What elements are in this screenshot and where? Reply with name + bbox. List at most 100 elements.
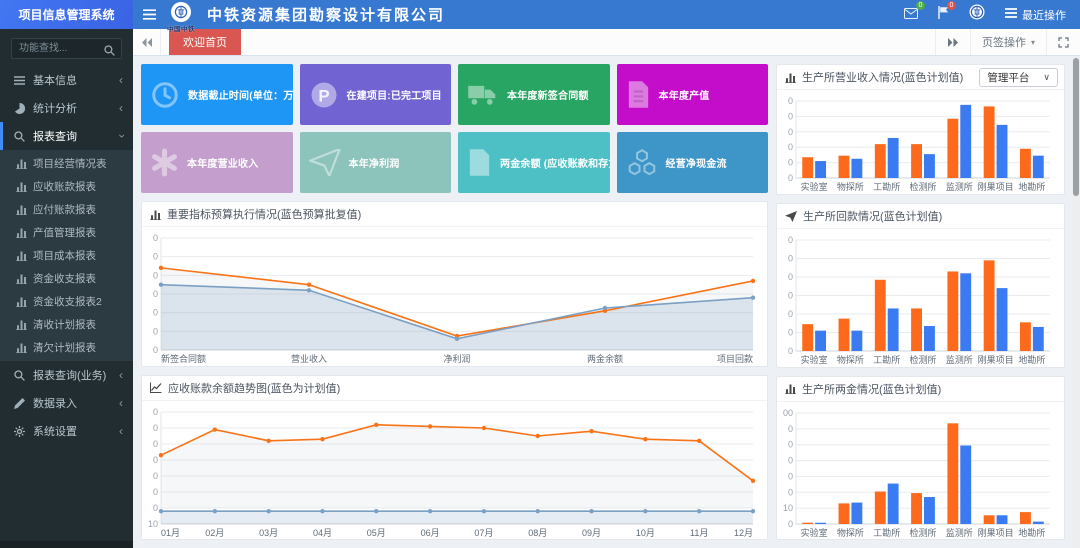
metric-cards: 数据截止时间(单位：万元)P在建项目:已完工项目本年度新签合同额 本年度产值本年度…: [141, 64, 768, 193]
sidebar-item-report-query[interactable]: 报表查询‹: [0, 122, 133, 150]
svg-text:实验室: 实验室: [801, 527, 828, 538]
logo-text: 中国中铁: [167, 23, 195, 33]
tabs-scroll-right-button[interactable]: [935, 29, 970, 55]
svg-text:06月: 06月: [421, 528, 440, 538]
chevron-icon: ‹: [119, 102, 123, 114]
bar-chart-icon: [16, 158, 27, 169]
recent-actions-button[interactable]: 最近操作: [1005, 7, 1066, 23]
card-two-funds[interactable]: 两金余额 (应收账款和存货): [458, 132, 610, 193]
paper-plane-icon: [785, 211, 797, 222]
scrollbar-thumb[interactable]: [1073, 58, 1079, 196]
app-window: 项目信息管理系统 基本信息‹统计分析‹报表查询‹项目经营情况表应收账款报表应付账…: [0, 0, 1080, 548]
platform-select[interactable]: 管理平台 ∨: [979, 68, 1058, 87]
sidebar-item-stats-analysis[interactable]: 统计分析‹: [0, 94, 133, 122]
bar-chart-icon: [16, 296, 27, 307]
sidebar: 项目信息管理系统 基本信息‹统计分析‹报表查询‹项目经营情况表应收账款报表应付账…: [0, 0, 133, 548]
card-projects[interactable]: P在建项目:已完工项目: [300, 64, 452, 125]
card-net-cash-flow[interactable]: 经营净现金流: [617, 132, 769, 193]
svg-text:检测所: 检测所: [909, 527, 936, 538]
sidebar-subitem-collection-plan-report[interactable]: 清收计划报表: [0, 313, 133, 336]
card-label: 本年度产值: [659, 87, 710, 102]
sidebar-subitem-fund-inout-report[interactable]: 资金收支报表: [0, 267, 133, 290]
panel-budget: 重要指标预算执行情况(蓝色预算批复值) 0000000新签合同额营业收入净利润两…: [141, 201, 768, 367]
chevron-icon: ‹: [119, 369, 123, 381]
tab-controls: 页签操作 ▾: [935, 29, 1080, 55]
svg-text:0: 0: [788, 235, 793, 245]
sidebar-subitem-fund-inout-report-2[interactable]: 资金收支报表2: [0, 290, 133, 313]
svg-text:0: 0: [788, 439, 793, 449]
sidebar-subitem-project-cost-report[interactable]: 项目成本报表: [0, 244, 133, 267]
svg-text:实验室: 实验室: [801, 354, 828, 365]
panel-huikuan: 生产所回款情况(蓝色计划值) 0000000实验室物探所工勘所检测所监测所刚果项…: [776, 203, 1065, 368]
notice-button[interactable]: 0: [938, 6, 949, 24]
card-net-profit[interactable]: 本年净利润: [300, 132, 452, 193]
svg-text:0: 0: [788, 471, 793, 481]
svg-text:0: 0: [153, 289, 158, 299]
scrollbar[interactable]: [1072, 56, 1080, 548]
bar-chart-icon: [16, 204, 27, 215]
svg-text:02月: 02月: [205, 528, 224, 538]
chevron-icon: ‹: [119, 397, 123, 409]
panel-title: 生产所营业收入情况(蓝色计划值): [802, 69, 963, 85]
panel-liangjin: 生产所两金情况(蓝色计划值) 0100000000实验室物探所工勘所检测所监测所…: [776, 376, 1065, 541]
panel-receivable: 应收账款余额趋势图(蓝色为计划值) 10000000001月02月03月04月0…: [141, 375, 768, 541]
svg-text:两金余额: 两金余额: [587, 353, 623, 364]
mail-badge: 0: [916, 1, 925, 10]
svg-text:0: 0: [788, 158, 793, 168]
card-data-deadline[interactable]: 数据截止时间(单位：万元): [141, 64, 293, 125]
chevron-down-icon: ▾: [1031, 38, 1035, 47]
bar-chart-icon: [16, 227, 27, 238]
search-icon[interactable]: [104, 43, 115, 61]
svg-text:0: 0: [788, 111, 793, 121]
svg-text:0: 0: [788, 328, 793, 338]
clock-icon: [150, 80, 180, 110]
svg-text:物探所: 物探所: [837, 181, 864, 192]
svg-text:05月: 05月: [367, 528, 386, 538]
sidebar-subitem-arrears-plan-report[interactable]: 清欠计划报表: [0, 336, 133, 359]
tabs-scroll-left-button[interactable]: [133, 29, 161, 55]
card-annual-revenue[interactable]: 本年度营业收入: [141, 132, 293, 193]
mail-button[interactable]: 0: [904, 6, 918, 24]
search-icon: [13, 370, 25, 381]
search-icon: [13, 131, 25, 142]
svg-text:项目回款: 项目回款: [717, 353, 753, 364]
svg-text:10月: 10月: [636, 528, 655, 538]
svg-text:监测所: 监测所: [946, 354, 973, 365]
emblem-button[interactable]: [969, 4, 985, 25]
svg-text:0: 0: [153, 423, 158, 433]
tab-operations-dropdown[interactable]: 页签操作 ▾: [970, 29, 1046, 55]
svg-text:刚果项目: 刚果项目: [978, 528, 1014, 538]
card-output-value[interactable]: 本年度产值: [617, 64, 769, 125]
svg-text:09月: 09月: [582, 528, 601, 538]
svg-text:0: 0: [788, 455, 793, 465]
card-new-contracts[interactable]: 本年度新签合同额: [458, 64, 610, 125]
notice-badge: 0: [947, 1, 956, 10]
bar-chart-icon: [16, 273, 27, 284]
svg-text:0: 0: [153, 252, 158, 262]
topbar: 中国中铁 中铁资源集团勘察设计有限公司 0 0 最近操作: [133, 0, 1080, 29]
sidebar-item-system-settings[interactable]: 系统设置‹: [0, 417, 133, 445]
sidebar-subitem-project-operation-report[interactable]: 项目经营情况表: [0, 152, 133, 175]
svg-text:0: 0: [788, 142, 793, 152]
panel-income: 生产所营业收入情况(蓝色计划值) 管理平台 ∨ 000000实验室物探所工勘所检…: [776, 64, 1065, 195]
hamburger-icon[interactable]: [133, 0, 165, 29]
sidebar-subitem-output-mgmt-report[interactable]: 产值管理报表: [0, 221, 133, 244]
expand-button[interactable]: [1046, 29, 1080, 55]
sidebar-subitem-payable-report[interactable]: 应付账款报表: [0, 198, 133, 221]
svg-text:00: 00: [783, 408, 793, 418]
sidebar-item-basic-info[interactable]: 基本信息‹: [0, 66, 133, 94]
sidebar-item-report-query-business[interactable]: 报表查询(业务)‹: [0, 361, 133, 389]
file-text-icon: [626, 80, 651, 109]
sidebar-item-data-entry[interactable]: 数据录入‹: [0, 389, 133, 417]
panel-title: 应收账款余额趋势图(蓝色为计划值): [168, 380, 340, 396]
list-icon: [13, 76, 25, 85]
bar-chart-icon: [16, 342, 27, 353]
svg-text:0: 0: [153, 487, 158, 497]
envelope-icon: [904, 6, 918, 24]
panel-title: 生产所两金情况(蓝色计划值): [802, 381, 941, 397]
svg-text:工勘所: 工勘所: [873, 528, 900, 538]
line-chart-icon: [150, 382, 162, 393]
truck-icon: [467, 82, 499, 107]
sidebar-subitem-receivable-report[interactable]: 应收账款报表: [0, 175, 133, 198]
svg-text:刚果项目: 刚果项目: [978, 355, 1014, 365]
